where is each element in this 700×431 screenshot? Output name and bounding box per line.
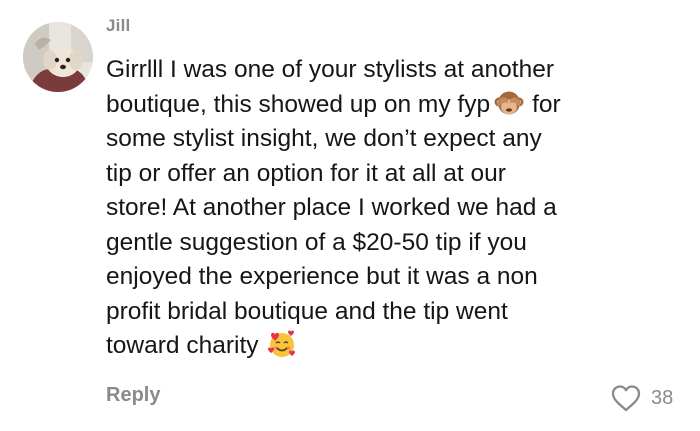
comment-line-text: boutique, this showed up on my fyp <box>106 90 491 118</box>
comment-line: tip or offer an option for it at all at … <box>106 159 506 187</box>
comment-line-text: for <box>532 90 561 118</box>
comment-line: some stylist insight, we don’t expect an… <box>106 125 542 152</box>
comment-line: Girrlll I was one of your stylists at an… <box>106 56 554 83</box>
avatar[interactable] <box>23 22 93 92</box>
reply-button[interactable]: Reply <box>106 384 160 407</box>
comment-line: gentle suggestion of a $20-50 tip if you <box>106 228 527 256</box>
heart-outline-icon[interactable] <box>610 383 642 413</box>
comment-line: boutique, this showed up on my fyp for <box>106 88 686 123</box>
see-no-evil-monkey-icon <box>494 88 524 118</box>
like-count: 38 <box>651 386 674 409</box>
comment-text: Girrlll I was one of your stylists at an… <box>106 53 686 364</box>
comment-line: store! At another place I worked we had … <box>106 194 557 221</box>
comment-author[interactable]: Jill <box>106 16 130 36</box>
comment-line-text: toward charity <box>106 332 259 359</box>
like-button[interactable]: 38 <box>610 382 673 414</box>
comment-card: Jill Girrlll I was one of your stylists … <box>0 0 700 431</box>
comment-line: profit bridal boutique and the tip went <box>106 297 508 325</box>
comment-line: toward charity <box>106 329 686 364</box>
comment-line: enjoyed the experience but it was a non <box>106 263 538 290</box>
smiling-face-with-hearts-icon <box>267 329 297 359</box>
dog-avatar-icon <box>23 22 93 92</box>
